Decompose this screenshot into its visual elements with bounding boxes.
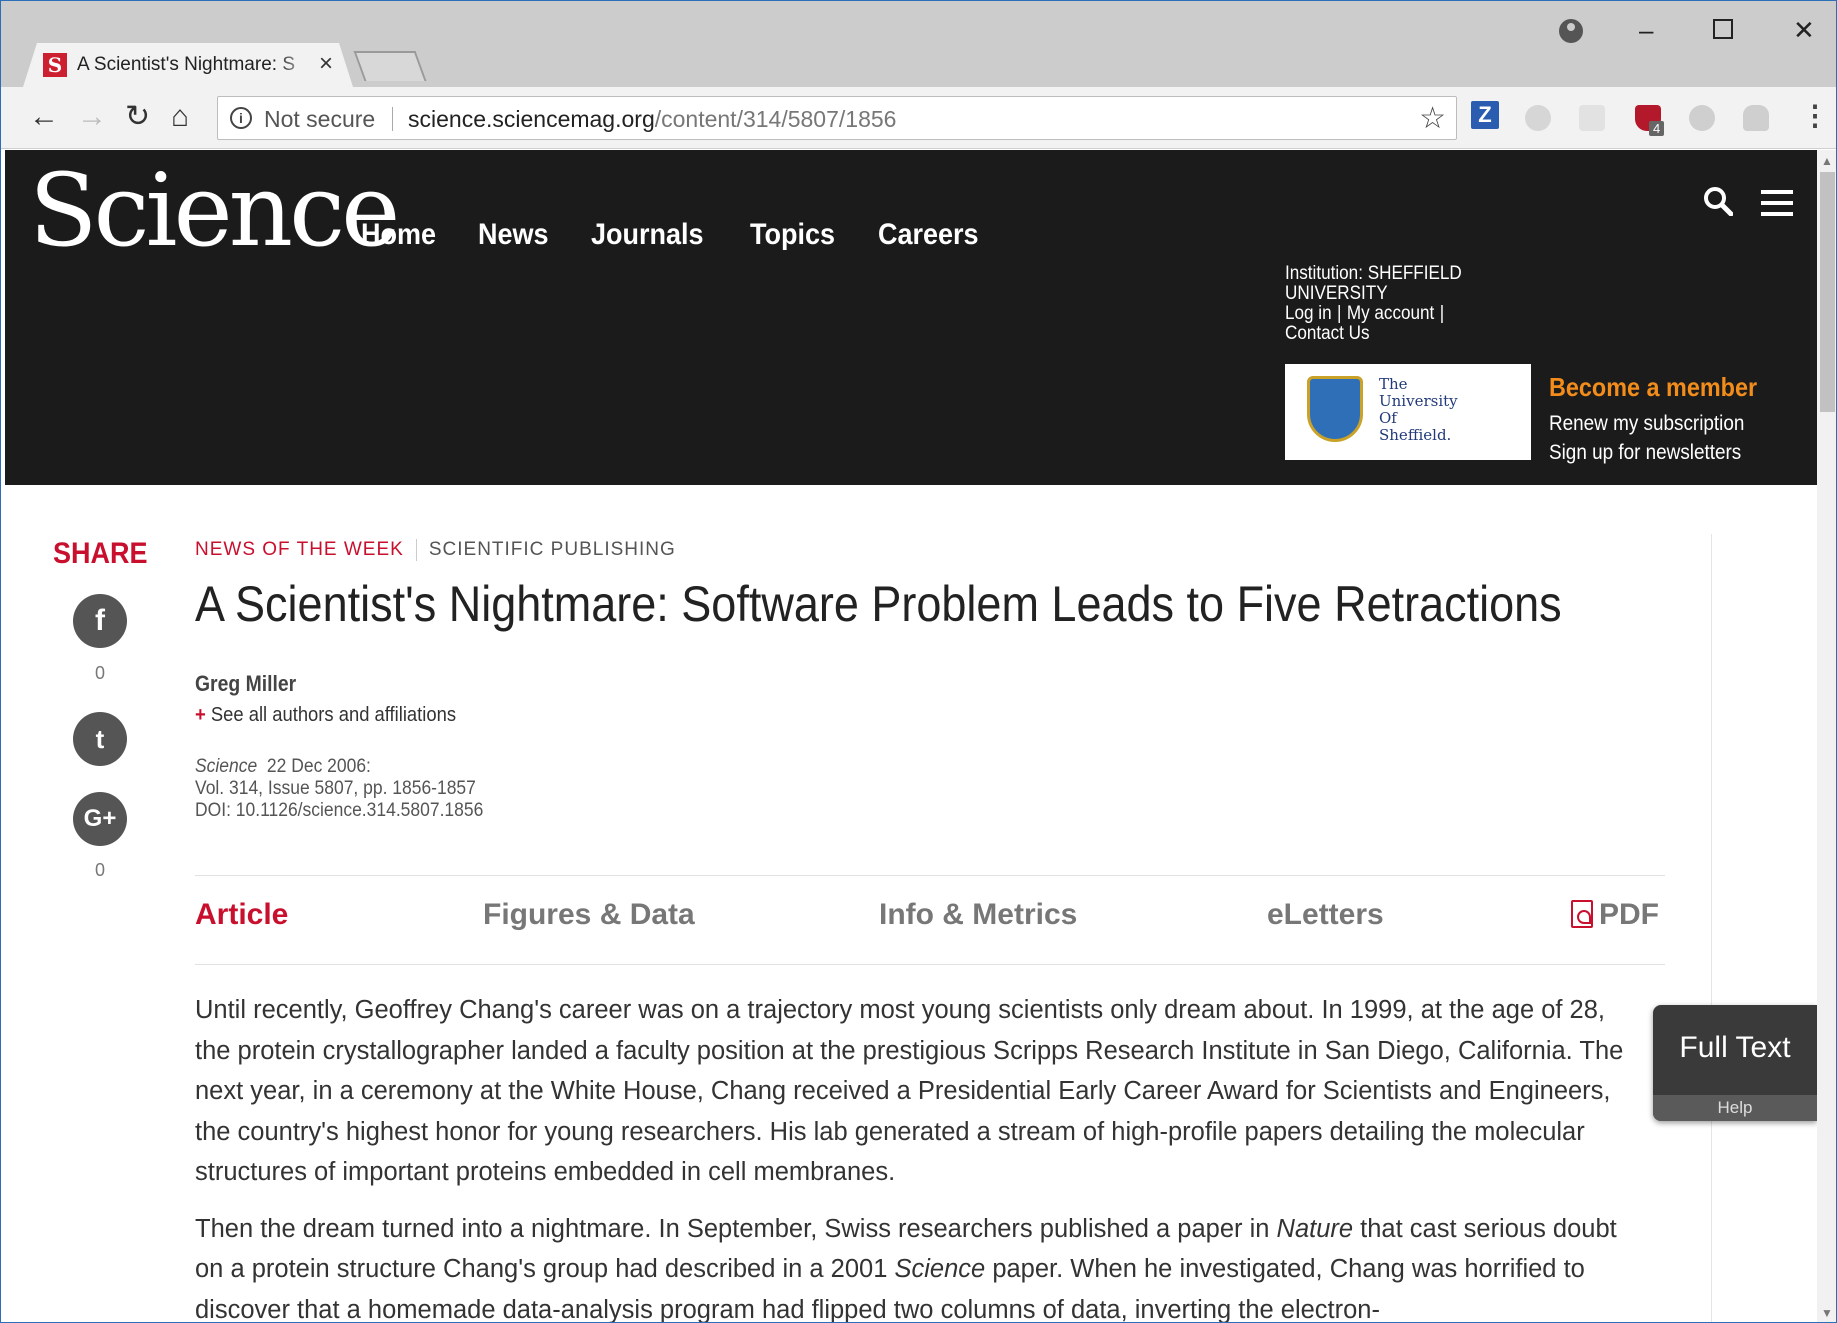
url-text[interactable]: science.sciencemag.org/content/314/5807/… [408, 106, 896, 133]
university-crest-icon [1307, 376, 1363, 442]
doi[interactable]: DOI: 10.1126/science.314.5807.1856 [195, 800, 483, 822]
publication-date: 22 Dec 2006: [266, 756, 371, 777]
extension-shield-icon[interactable] [1579, 105, 1605, 131]
home-icon[interactable]: ⌂ [171, 99, 189, 135]
article-body: Until recently, Geoffrey Chang's career … [195, 990, 1645, 1323]
omnibox-separator [392, 107, 393, 131]
topic-label[interactable]: SCIENTIFIC PUBLISHING [429, 539, 676, 560]
login-link[interactable]: Log in [1285, 303, 1332, 324]
science-logo[interactable]: Science [29, 152, 400, 269]
tab-pdf[interactable]: PDF [1571, 898, 1659, 932]
full-text-widget[interactable]: Full Text Help [1653, 1005, 1817, 1121]
tab-article[interactable]: Article [195, 898, 288, 932]
main-nav: Home News Journals Topics Careers [361, 218, 990, 252]
paragraph-1: Until recently, Geoffrey Chang's career … [195, 996, 1624, 1186]
browser-tab[interactable]: S A Scientist's Nightmare: S × [23, 43, 353, 87]
hamburger-menu-icon[interactable] [1761, 190, 1793, 216]
title-bar: S A Scientist's Nightmare: S × – ✕ [1, 1, 1836, 87]
section-label[interactable]: NEWS OF THE WEEK [195, 539, 404, 560]
nav-topics[interactable]: Topics [750, 218, 835, 252]
renew-subscription-link[interactable]: Renew my subscription [1549, 412, 1744, 436]
url-path: /content/314/5807/1856 [654, 106, 897, 132]
reload-icon[interactable]: ↻ [125, 99, 150, 135]
new-tab-button[interactable] [353, 51, 427, 81]
menu-kebab-icon[interactable]: ⋮ [1801, 99, 1829, 132]
tabs-top-divider [195, 875, 1665, 876]
university-logo[interactable]: The University Of Sheffield. [1285, 364, 1531, 460]
close-tab-icon[interactable]: × [319, 50, 333, 78]
browser-window: S A Scientist's Nightmare: S × – ✕ ← → ↻… [0, 0, 1837, 1323]
facebook-share-count: 0 [95, 663, 106, 683]
share-label: SHARE [53, 537, 148, 570]
back-icon[interactable]: ← [29, 99, 59, 135]
article-tabs: Article Figures & Data Info & Metrics eL… [195, 898, 1665, 938]
url-host: science.sciencemag.org [408, 106, 655, 132]
nav-home[interactable]: Home [361, 218, 436, 252]
profile-icon[interactable] [1559, 19, 1583, 43]
see-all-authors-link[interactable]: + See all authors and affiliations [195, 704, 456, 727]
my-account-link[interactable]: My account [1347, 303, 1434, 324]
scroll-up-icon[interactable]: ▲ [1821, 154, 1833, 168]
nav-news[interactable]: News [478, 218, 549, 252]
site-header: Science Home News Journals Topics Career… [5, 150, 1817, 485]
security-label[interactable]: Not secure [264, 106, 375, 133]
article-section-labels: NEWS OF THE WEEK SCIENTIFIC PUBLISHING [195, 539, 676, 561]
pdf-icon [1571, 900, 1593, 928]
become-member-link[interactable]: Become a member [1549, 372, 1757, 403]
extension-circle-icon[interactable] [1525, 105, 1551, 131]
citation-block: Science 22 Dec 2006: Vol. 314, Issue 580… [195, 756, 483, 822]
science-favicon-icon: S [43, 53, 67, 77]
contact-link[interactable]: Contact Us [1285, 324, 1474, 344]
volume-info: Vol. 314, Issue 5807, pp. 1856-1857 [195, 778, 476, 799]
tab-title: A Scientist's Nightmare: S [77, 54, 295, 75]
facebook-icon[interactable]: f [73, 594, 127, 648]
university-logo-text: The University Of Sheffield. [1379, 375, 1458, 444]
extension-cloud-icon[interactable] [1743, 105, 1769, 131]
pdf-label: PDF [1599, 898, 1659, 931]
see-all-authors-text: See all authors and affiliations [210, 704, 457, 726]
bookmark-star-icon[interactable]: ☆ [1419, 101, 1446, 136]
info-icon[interactable]: i [230, 107, 252, 129]
web-page: Science Home News Journals Topics Career… [5, 150, 1817, 1323]
newsletter-signup-link[interactable]: Sign up for newsletters [1549, 441, 1741, 465]
article-title: A Scientist's Nightmare: Software Proble… [195, 576, 1562, 632]
google-plus-icon[interactable]: G+ [73, 792, 127, 846]
article-author[interactable]: Greg Miller [195, 671, 296, 697]
nav-careers[interactable]: Careers [878, 218, 979, 252]
page-scrollbar[interactable]: ▲ ▼ [1817, 150, 1836, 1322]
search-icon[interactable] [1703, 186, 1733, 216]
institution-info: Institution: SHEFFIELD UNIVERSITY Log in… [1285, 264, 1474, 344]
maximize-icon[interactable] [1713, 19, 1733, 39]
forward-icon[interactable]: → [77, 99, 107, 135]
minimize-icon[interactable]: – [1639, 15, 1653, 46]
tab-figures-data[interactable]: Figures & Data [483, 898, 695, 932]
content-right-rule [1711, 534, 1712, 1322]
link-separator: | [1337, 303, 1342, 324]
scroll-down-icon[interactable]: ▼ [1821, 1306, 1833, 1320]
zotero-extension-icon[interactable]: Z [1471, 101, 1499, 129]
journal-name: Science [195, 756, 258, 777]
tab-eletters[interactable]: eLetters [1267, 898, 1384, 932]
nav-journals[interactable]: Journals [591, 218, 704, 252]
extension-badge: 4 [1649, 121, 1665, 136]
paragraph-2: Then the dream turned into a nightmare. … [195, 1214, 1617, 1323]
address-bar[interactable]: i Not secure science.sciencemag.org/cont… [217, 96, 1457, 140]
tab-info-metrics[interactable]: Info & Metrics [879, 898, 1077, 932]
help-button[interactable]: Help [1653, 1095, 1817, 1121]
tabs-bottom-divider [195, 964, 1665, 965]
browser-toolbar: ← → ↻ ⌂ i Not secure science.sciencemag.… [1, 87, 1836, 149]
link-separator: | [1439, 303, 1445, 324]
institution-name: Institution: SHEFFIELD UNIVERSITY [1285, 263, 1462, 304]
close-window-icon[interactable]: ✕ [1793, 15, 1815, 46]
full-text-label: Full Text [1679, 1031, 1791, 1064]
extension-g-icon[interactable] [1689, 105, 1715, 131]
twitter-icon[interactable]: t [73, 712, 127, 766]
expand-plus-icon: + [195, 704, 206, 726]
googleplus-share-count: 0 [95, 860, 106, 880]
scrollbar-thumb[interactable] [1820, 172, 1835, 412]
